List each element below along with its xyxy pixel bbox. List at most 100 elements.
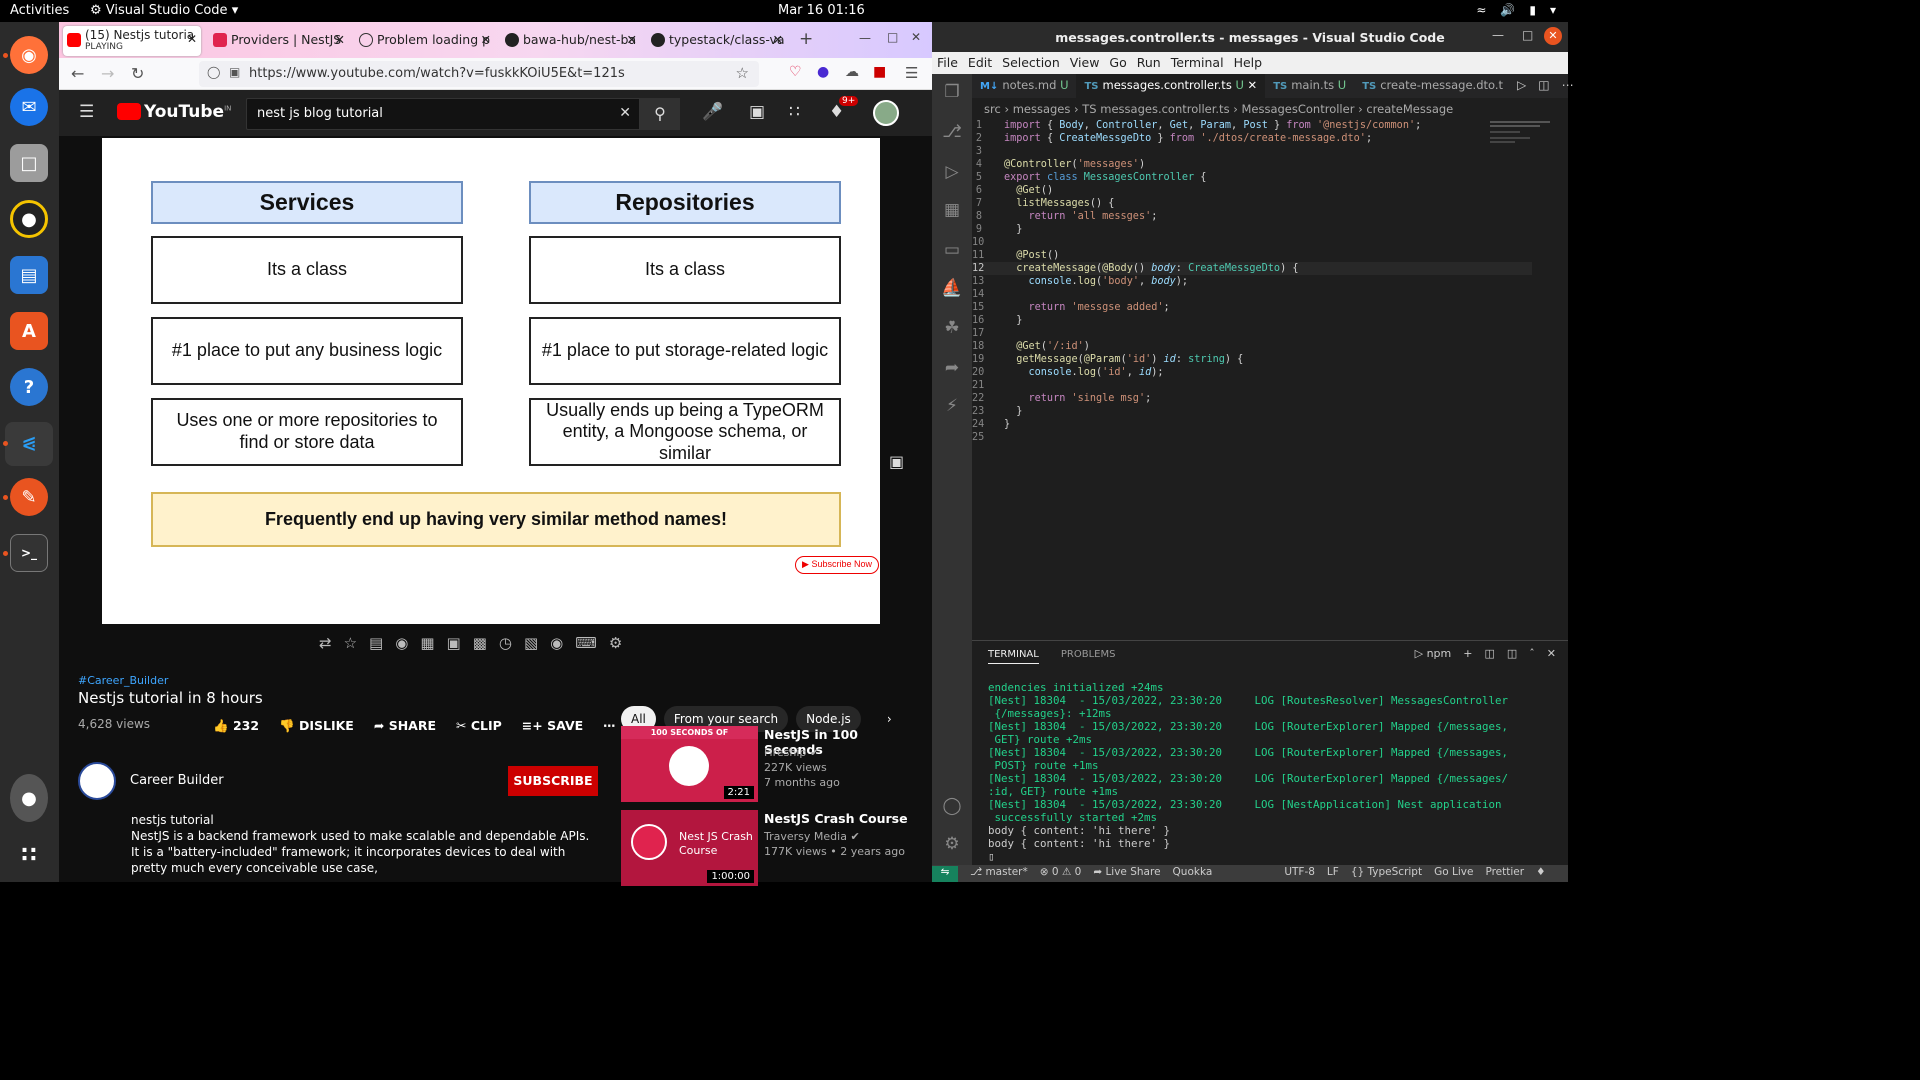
- fit-icon[interactable]: ▩: [473, 634, 487, 652]
- code-editor[interactable]: 1 import { Body, Controller, Get, Param, …: [972, 119, 1532, 444]
- accounts-icon[interactable]: ◯: [940, 796, 964, 820]
- close-panel-icon[interactable]: ✕: [1547, 647, 1556, 660]
- like-button[interactable]: 👍 232: [213, 718, 259, 734]
- extension-icon[interactable]: ☁: [845, 64, 859, 80]
- software-icon[interactable]: A: [10, 312, 48, 350]
- close-tab-icon[interactable]: ✕: [187, 32, 197, 46]
- cinema-icon[interactable]: ▦: [420, 634, 434, 652]
- clock[interactable]: Mar 16 01:16: [778, 3, 865, 18]
- files-icon[interactable]: □: [10, 144, 48, 182]
- tab-create-message-dto[interactable]: TS create-message.dto.t: [1354, 74, 1511, 98]
- close-tab-icon[interactable]: ✕: [627, 32, 637, 47]
- extension-icon[interactable]: ■: [873, 64, 886, 80]
- menu-view[interactable]: View: [1070, 55, 1100, 71]
- close-window-icon[interactable]: ✕: [1544, 27, 1562, 45]
- close-tab-icon[interactable]: ✕: [335, 32, 345, 47]
- notifications-bell-icon[interactable]: ♦: [1536, 866, 1545, 882]
- live-share-button[interactable]: ➦ Live Share: [1093, 866, 1160, 882]
- menu-edit[interactable]: Edit: [968, 55, 992, 71]
- breadcrumb[interactable]: src › messages › TS messages.controller.…: [984, 102, 1453, 116]
- docker-icon[interactable]: ⛵: [940, 278, 964, 302]
- bookmark-star-icon[interactable]: ☆: [736, 64, 749, 82]
- more-actions-icon[interactable]: ⋯: [1556, 74, 1580, 98]
- split-editor-icon[interactable]: ◫: [1532, 74, 1555, 98]
- new-terminal-icon[interactable]: +: [1463, 647, 1472, 660]
- tab-notes-md[interactable]: M↓ notes.md U: [972, 74, 1076, 98]
- mini-player-icon[interactable]: ▣: [447, 634, 461, 652]
- terminal-shell-selector[interactable]: ▷ npm: [1415, 647, 1452, 660]
- split-terminal-icon[interactable]: ◫: [1484, 647, 1494, 660]
- eol-indicator[interactable]: LF: [1327, 866, 1339, 882]
- minimize-icon[interactable]: —: [859, 31, 871, 45]
- share-button[interactable]: ➦ SHARE: [374, 718, 436, 734]
- trash-icon[interactable]: ◫: [1507, 647, 1517, 660]
- search-input[interactable]: [257, 106, 597, 121]
- subscribe-now-overlay[interactable]: ▶ Subscribe Now: [795, 556, 879, 574]
- video-hashtag[interactable]: #Career_Builder: [78, 674, 618, 687]
- search-button[interactable]: ⚲: [640, 98, 680, 130]
- maximize-panel-icon[interactable]: ˆ: [1529, 647, 1535, 660]
- vscode-icon[interactable]: ⪗: [5, 422, 53, 466]
- eye-icon[interactable]: ◉: [395, 634, 408, 652]
- tab-terminal[interactable]: TERMINAL: [988, 649, 1039, 664]
- explorer-icon[interactable]: ❐: [940, 82, 964, 106]
- browser-tab-github-typestack[interactable]: typestack/class-va ✕: [647, 26, 787, 56]
- more-actions-icon[interactable]: ⋯: [603, 718, 616, 734]
- subscribe-button[interactable]: SUBSCRIBE: [508, 766, 598, 796]
- menu-help[interactable]: Help: [1234, 55, 1263, 71]
- terminal-output[interactable]: endencies initialized +24ms [Nest] 18304 …: [988, 681, 1528, 863]
- close-window-icon[interactable]: ✕: [911, 30, 921, 44]
- hamburger-menu-icon[interactable]: ☰: [905, 64, 918, 82]
- new-tab-icon[interactable]: +: [799, 29, 813, 49]
- menu-terminal[interactable]: Terminal: [1171, 55, 1224, 71]
- close-tab-icon[interactable]: ✕: [1248, 78, 1258, 92]
- tab-main-ts[interactable]: TS main.ts U: [1265, 74, 1354, 98]
- help-icon[interactable]: ?: [10, 368, 48, 406]
- back-icon[interactable]: ←: [71, 64, 84, 83]
- miniplayer-icon[interactable]: ▣: [889, 452, 904, 471]
- youtube-logo[interactable]: YouTubeIN: [117, 102, 231, 122]
- app-grid-icon[interactable]: ∷: [10, 836, 48, 874]
- quokka-button[interactable]: Quokka: [1173, 866, 1213, 882]
- menu-icon[interactable]: ☰: [79, 102, 94, 122]
- extension-icon[interactable]: ●: [817, 64, 829, 80]
- loop-icon[interactable]: ⇄: [319, 634, 332, 652]
- live-share-icon[interactable]: ➦: [940, 358, 964, 382]
- recommended-video[interactable]: Nest JS Crash Course 1:00:00 NestJS Cras…: [621, 810, 921, 886]
- screenshot-icon[interactable]: ◉: [550, 634, 563, 652]
- channel-name[interactable]: Career Builder: [130, 773, 224, 788]
- settings-gear-icon[interactable]: ⚙: [609, 634, 622, 652]
- activities-button[interactable]: Activities: [10, 3, 69, 18]
- clip-button[interactable]: ✂ CLIP: [456, 718, 502, 734]
- channel-avatar[interactable]: [78, 762, 116, 800]
- create-video-icon[interactable]: ▣: [749, 102, 765, 122]
- minimap[interactable]: [1490, 119, 1560, 159]
- menu-file[interactable]: File: [937, 55, 958, 71]
- pocket-icon[interactable]: ♡: [789, 64, 802, 80]
- source-control-icon[interactable]: ⎇: [940, 122, 964, 146]
- branch-indicator[interactable]: ⎇ master*: [970, 866, 1028, 882]
- dislike-button[interactable]: 👎 DISLIKE: [279, 718, 354, 734]
- close-tab-icon[interactable]: ✕: [773, 32, 783, 47]
- tab-messages-controller[interactable]: TS messages.controller.ts U ✕: [1076, 74, 1266, 98]
- menu-run[interactable]: Run: [1137, 55, 1161, 71]
- video-description[interactable]: nestjs tutorial NestJS is a backend fram…: [131, 812, 601, 876]
- active-app-menu[interactable]: ⚙ Visual Studio Code ▾: [90, 3, 238, 18]
- maximize-icon[interactable]: □: [887, 30, 898, 44]
- video-thumbnail[interactable]: Nest JS Crash Course 1:00:00: [621, 810, 758, 886]
- browser-tab-youtube[interactable]: (15) Nestjs tutoria PLAYING ✕: [63, 26, 201, 56]
- thunder-client-icon[interactable]: ⚡: [940, 396, 964, 420]
- maximize-icon[interactable]: □: [1522, 28, 1533, 42]
- recommended-video[interactable]: 100 SECONDS OF 2:21 NestJS in 100 Second…: [621, 726, 921, 802]
- url-bar[interactable]: ◯ ▣ https://www.youtube.com/watch?v=fusk…: [199, 61, 759, 87]
- apps-icon[interactable]: ∷: [789, 102, 800, 122]
- remote-icon[interactable]: ⇋: [932, 866, 958, 882]
- rhythmbox-icon[interactable]: ●: [10, 200, 48, 238]
- menu-go[interactable]: Go: [1109, 55, 1126, 71]
- problems-indicator[interactable]: ⊗ 0 ⚠ 0: [1040, 866, 1082, 882]
- close-tab-icon[interactable]: ✕: [481, 32, 491, 47]
- language-mode[interactable]: {} TypeScript: [1351, 866, 1422, 882]
- star-icon[interactable]: ☆: [344, 634, 357, 652]
- user-avatar-icon[interactable]: ●: [10, 774, 48, 822]
- writer-icon[interactable]: ▤: [10, 256, 48, 294]
